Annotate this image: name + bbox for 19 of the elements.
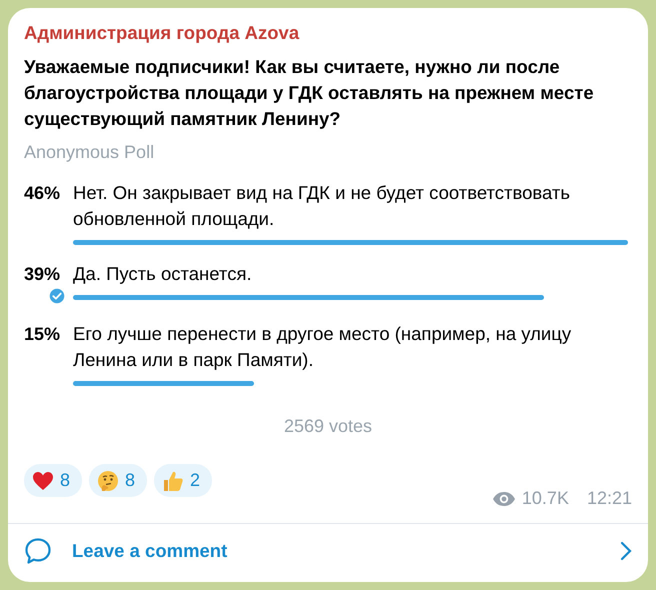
option-percent: 39%	[24, 263, 60, 286]
option-text: Его лучше перенести в другое место (например, на улицу Ленина или в парк Памяти).	[73, 322, 572, 372]
poll-question: Уважаемые подписчики! Как вы считаете, нужно ли после благоустройства площади у ГДК оставлять на прежнем месте существующий памятник Ленину?	[24, 55, 595, 131]
view-count: 10.7K	[522, 488, 569, 509]
comment-link[interactable]: Leave a comment	[8, 523, 648, 582]
eye-icon	[492, 490, 516, 506]
chevron-right-icon	[620, 541, 632, 561]
channel-name: Администрация города Azova	[24, 21, 300, 45]
option-percent: 46%	[24, 182, 60, 205]
speech-bubble-icon	[24, 537, 52, 565]
option-text: Да. Пусть останется.	[73, 262, 253, 286]
option-percent: 15%	[24, 323, 60, 346]
option-text: Нет. Он закрывает вид на ГДК и не будет соответствовать обновленной площади.	[73, 181, 572, 231]
reaction-button[interactable]: 8	[89, 464, 148, 497]
reaction-button[interactable]: 2	[154, 464, 212, 497]
poll-type: Anonymous Poll	[24, 141, 156, 164]
vote-count: 2569 votes	[282, 415, 374, 438]
reaction-button[interactable]: 8	[24, 464, 82, 497]
message-time: 12:21	[586, 488, 632, 509]
